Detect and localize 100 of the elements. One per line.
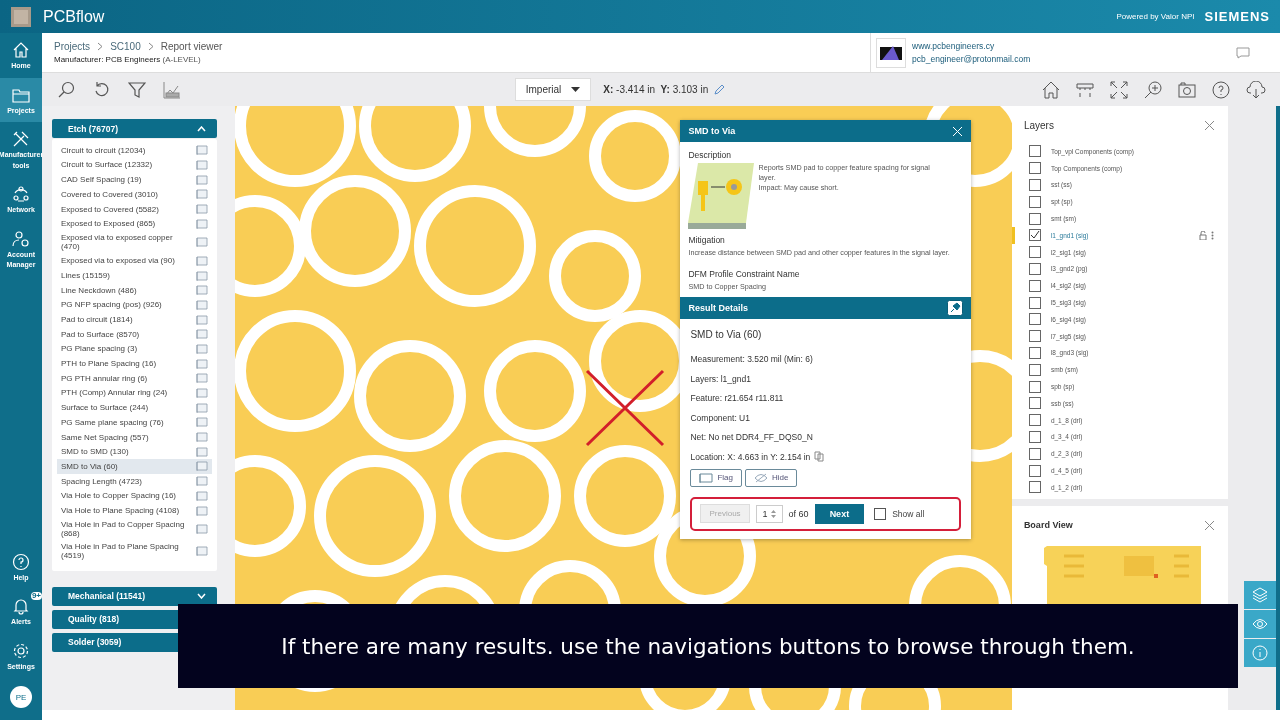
chart-icon[interactable] [163, 80, 181, 99]
check-list-item[interactable]: PTH to Plane Spacing (16) [57, 356, 213, 371]
action-button[interactable]: Flag [690, 468, 742, 487]
lock-icon[interactable] [1199, 230, 1208, 240]
flag-icon[interactable] [196, 270, 209, 281]
check-list-item[interactable]: Exposed via to exposed via (90) [57, 253, 213, 269]
check-list-item[interactable]: Surface to Surface (244) [57, 400, 213, 416]
check-list-item[interactable]: Pad to Surface (8570) [57, 326, 213, 342]
cloud-download-icon[interactable] [1246, 80, 1266, 99]
check-list-item[interactable]: Circuit to Surface (12332) [57, 157, 213, 173]
pencil-icon[interactable] [714, 84, 726, 95]
filter-icon[interactable] [128, 80, 146, 99]
check-list-item[interactable]: Circuit to circuit (12034) [57, 143, 213, 158]
website-link[interactable]: www.pcbengineers.cy [912, 41, 1031, 51]
layer-checkbox[interactable] [1028, 262, 1041, 275]
home-icon[interactable] [1042, 80, 1060, 99]
flag-icon[interactable] [196, 145, 209, 156]
flag-icon[interactable] [196, 461, 209, 472]
layer-checkbox[interactable] [1028, 313, 1041, 326]
zoom-in-icon[interactable] [1144, 80, 1162, 99]
flag-icon[interactable] [196, 358, 209, 369]
check-list-item[interactable]: Pad to circuit (1814) [57, 312, 213, 327]
layer-checkbox[interactable] [1028, 145, 1041, 158]
check-list-item[interactable]: Exposed to Exposed (865) [57, 216, 213, 232]
flag-icon[interactable] [196, 343, 209, 354]
category-header[interactable]: Mechanical (11541) [52, 586, 218, 606]
layer-checkbox[interactable] [1028, 296, 1041, 309]
units-dropdown[interactable]: Imperial [514, 78, 592, 101]
flag-icon[interactable] [196, 314, 209, 325]
spinner-icon[interactable] [770, 509, 776, 518]
check-list-item[interactable]: Exposed via to exposed copper (470) [57, 231, 213, 254]
flag-icon[interactable] [196, 446, 209, 457]
layer-checkbox[interactable] [1028, 279, 1041, 292]
copy-icon[interactable] [814, 451, 825, 463]
breadcrumb-link[interactable]: SC100 [110, 41, 141, 52]
flag-icon[interactable] [196, 285, 209, 296]
category-header[interactable]: Etch (76707) [52, 119, 218, 138]
show-all-checkbox[interactable] [874, 507, 887, 520]
fit-screen-icon[interactable] [1110, 80, 1128, 99]
flag-icon[interactable] [196, 329, 209, 340]
chat-icon[interactable] [1236, 46, 1250, 59]
check-list-item[interactable]: PG NFP spacing (pos) (926) [57, 297, 213, 313]
layer-checkbox[interactable] [1028, 447, 1041, 460]
side-tool-button[interactable] [1244, 581, 1276, 609]
flag-icon[interactable] [196, 546, 209, 557]
page-number-field[interactable]: 1 [755, 504, 783, 523]
more-icon[interactable] [1211, 230, 1215, 240]
help-icon[interactable] [1212, 80, 1230, 99]
search-icon[interactable] [58, 80, 76, 99]
layer-checkbox[interactable] [1028, 414, 1041, 427]
check-list-item[interactable]: Via Hole in Pad to Copper Spacing (868) [57, 517, 213, 541]
flag-icon[interactable] [196, 417, 209, 428]
check-list-item[interactable]: Covered to Covered (3010) [57, 187, 213, 202]
undo-icon[interactable] [93, 80, 111, 99]
ruler-icon[interactable] [1076, 80, 1094, 99]
flag-icon[interactable] [196, 490, 209, 501]
layer-checkbox[interactable] [1028, 212, 1041, 225]
check-list-item[interactable]: CAD Self Spacing (19) [57, 172, 213, 188]
layer-checkbox[interactable] [1028, 195, 1041, 208]
check-list-item[interactable]: Lines (15159) [57, 268, 213, 283]
layer-checkbox[interactable] [1028, 380, 1041, 393]
layer-checkbox[interactable] [1028, 464, 1041, 477]
check-list-item[interactable]: Via Hole to Copper Spacing (16) [57, 488, 213, 504]
flag-icon[interactable] [196, 388, 209, 399]
flag-icon[interactable] [196, 476, 209, 487]
check-list-item[interactable]: Via Hole to Plane Spacing (4108) [57, 503, 213, 518]
layer-checkbox[interactable] [1028, 330, 1041, 343]
flag-icon[interactable] [196, 218, 209, 229]
close-icon[interactable] [1205, 121, 1215, 130]
flag-icon[interactable] [196, 432, 209, 443]
check-list-item[interactable]: PG PTH annular ring (6) [57, 371, 213, 386]
check-list-item[interactable]: Via Hole in Pad to Plane Spacing (4519) [57, 540, 213, 563]
flag-icon[interactable] [196, 524, 209, 535]
check-list-item[interactable]: Line Neckdown (486) [57, 282, 213, 298]
check-list-item[interactable]: Exposed to Covered (5582) [57, 201, 213, 217]
close-icon[interactable] [1205, 520, 1215, 530]
layer-checkbox[interactable] [1028, 430, 1041, 443]
check-list-item[interactable]: Same Net Spacing (557) [57, 429, 213, 445]
flag-icon[interactable] [196, 189, 209, 200]
layer-checkbox[interactable] [1028, 229, 1041, 242]
check-list-item[interactable]: SMD to SMD (130) [57, 444, 213, 460]
flag-icon[interactable] [196, 255, 209, 266]
flag-icon[interactable] [196, 160, 209, 171]
flag-icon[interactable] [196, 237, 209, 248]
side-tool-button[interactable] [1244, 639, 1276, 667]
camera-icon[interactable] [1178, 80, 1196, 99]
layer-checkbox[interactable] [1028, 397, 1041, 410]
flag-icon[interactable] [196, 174, 209, 185]
pin-icon[interactable] [947, 299, 964, 316]
email-link[interactable]: pcb_engineer@protonmail.com [912, 54, 1031, 64]
flag-icon[interactable] [196, 373, 209, 384]
layer-checkbox[interactable] [1028, 179, 1041, 191]
flag-icon[interactable] [196, 505, 209, 516]
breadcrumb-link[interactable]: Projects [54, 41, 91, 52]
next-button[interactable]: Next [814, 503, 865, 524]
layer-checkbox[interactable] [1028, 481, 1041, 494]
flag-icon[interactable] [196, 204, 209, 215]
layer-checkbox[interactable] [1028, 346, 1041, 359]
action-button[interactable]: Hide [745, 468, 798, 487]
check-list-item[interactable]: Spacing Length (4723) [57, 473, 213, 489]
